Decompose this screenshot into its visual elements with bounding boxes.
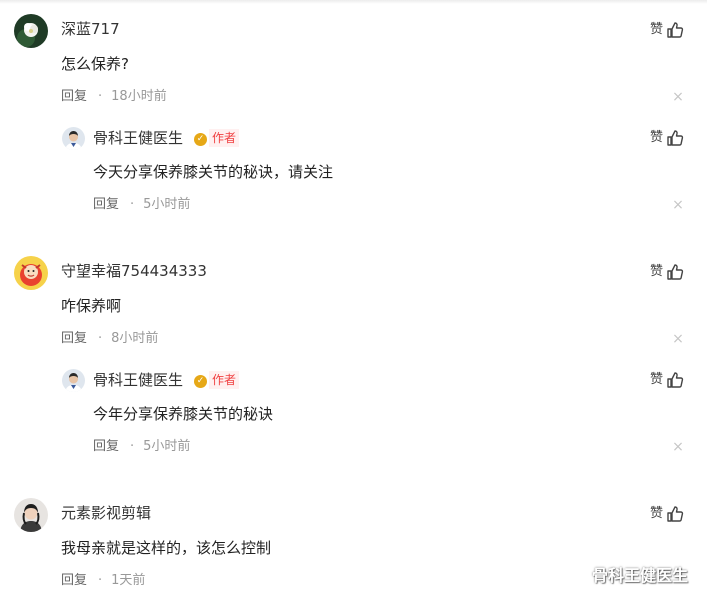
comment-meta: 回复 · 18小时前 — [61, 88, 167, 106]
thumbs-up-icon — [667, 372, 684, 388]
like-label: 赞 — [650, 130, 664, 145]
reply-text: 今天分享保养膝关节的秘诀，请关注 — [93, 163, 334, 181]
top-divider — [0, 0, 707, 4]
author-tag: 作者 — [209, 129, 240, 147]
like-label: 赞 — [650, 22, 664, 37]
comment-meta: 回复 · 8小时前 — [61, 330, 158, 348]
timestamp: 5小时前 — [143, 439, 191, 454]
separator: · — [130, 439, 135, 454]
close-icon[interactable]: × — [672, 440, 684, 454]
comment-text: 怎么保养? — [61, 55, 129, 73]
reply-button[interactable]: 回复 — [61, 330, 87, 348]
separator: · — [130, 197, 135, 212]
avatar[interactable] — [62, 369, 85, 392]
thumbs-up-icon — [667, 506, 684, 522]
like-label: 赞 — [650, 506, 664, 521]
reply-button[interactable]: 回复 — [61, 572, 87, 590]
author-tag: 作者 — [209, 371, 240, 389]
reply-text: 今年分享保养膝关节的秘诀 — [93, 405, 274, 423]
thumbs-up-icon — [667, 130, 684, 146]
thumbs-up-icon — [667, 264, 684, 280]
verified-badge-icon: ✓ — [194, 133, 207, 146]
like-button[interactable]: 赞 — [650, 263, 684, 281]
thumbs-up-icon — [667, 22, 684, 38]
avatar[interactable] — [14, 498, 48, 532]
timestamp: 1天前 — [111, 573, 146, 588]
comment-text: 咋保养啊 — [61, 297, 122, 315]
separator: · — [98, 573, 103, 588]
avatar[interactable] — [14, 14, 48, 48]
avatar[interactable] — [62, 127, 85, 150]
like-label: 赞 — [650, 264, 664, 279]
close-icon[interactable]: × — [672, 332, 684, 346]
reply-button[interactable]: 回复 — [93, 196, 119, 214]
separator: · — [98, 89, 103, 104]
username[interactable]: 骨科王健医生 — [93, 370, 183, 390]
reply-button[interactable]: 回复 — [61, 88, 87, 106]
username[interactable]: 元素影视剪辑 — [61, 503, 151, 523]
like-button[interactable]: 赞 — [650, 129, 684, 147]
separator: · — [98, 331, 103, 346]
close-icon[interactable]: × — [672, 198, 684, 212]
timestamp: 8小时前 — [111, 331, 159, 346]
watermark: 骨科王健医生 — [592, 566, 689, 585]
timestamp: 5小时前 — [143, 197, 191, 212]
username[interactable]: 骨科王健医生 — [93, 128, 183, 148]
like-button[interactable]: 赞 — [650, 21, 684, 39]
like-button[interactable]: 赞 — [650, 371, 684, 389]
reply-button[interactable]: 回复 — [93, 438, 119, 456]
like-button[interactable]: 赞 — [650, 505, 684, 523]
timestamp: 18小时前 — [111, 89, 167, 104]
verified-badge-icon: ✓ — [194, 375, 207, 388]
username[interactable]: 深蓝717 — [61, 19, 120, 39]
reply-meta: 回复 · 5小时前 — [93, 438, 190, 456]
comment-text: 我母亲就是这样的，该怎么控制 — [61, 539, 272, 557]
reply-meta: 回复 · 5小时前 — [93, 196, 190, 214]
comment-meta: 回复 · 1天前 — [61, 572, 145, 590]
username[interactable]: 守望幸福754434333 — [61, 261, 207, 281]
like-label: 赞 — [650, 372, 664, 387]
avatar[interactable] — [14, 256, 48, 290]
close-icon[interactable]: × — [672, 90, 684, 104]
